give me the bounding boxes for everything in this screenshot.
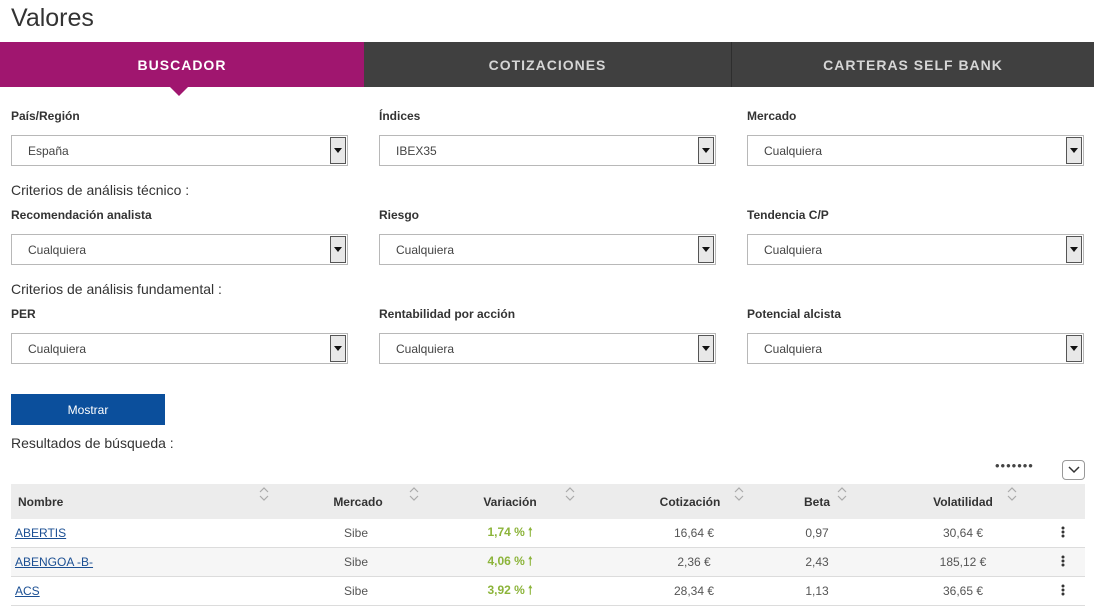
header-mercado[interactable]: Mercado bbox=[281, 486, 431, 509]
kebab-menu-icon[interactable] bbox=[1061, 526, 1065, 538]
kebab-menu-icon[interactable] bbox=[1061, 584, 1065, 596]
mercado-value: Cualquiera bbox=[764, 143, 823, 158]
per-label: PER bbox=[11, 307, 36, 321]
mercado-select[interactable]: Cualquiera bbox=[747, 135, 1084, 166]
pais-region-select[interactable]: España bbox=[11, 135, 348, 166]
sort-icon[interactable] bbox=[1007, 486, 1017, 501]
expand-button[interactable] bbox=[1062, 460, 1085, 480]
mostrar-button[interactable]: Mostrar bbox=[11, 394, 165, 425]
cotizacion-cell: 2,36 € bbox=[677, 555, 711, 569]
potencial-value: Cualquiera bbox=[764, 341, 823, 356]
cotizacion-cell: 16,64 € bbox=[673, 526, 715, 540]
indices-value: IBEX35 bbox=[396, 143, 437, 158]
pais-region-value: España bbox=[28, 143, 69, 158]
sort-icon[interactable] bbox=[734, 486, 744, 501]
potencial-select[interactable]: Cualquiera bbox=[747, 333, 1084, 364]
beta-cell: 0,97 bbox=[805, 526, 829, 540]
pais-region-label: País/Región bbox=[11, 109, 80, 123]
header-volatilidad[interactable]: Volatilidad bbox=[871, 486, 1041, 509]
header-variacion[interactable]: Variación bbox=[431, 486, 601, 509]
dropdown-arrow-icon[interactable] bbox=[698, 335, 714, 362]
rentabilidad-value: Cualquiera bbox=[396, 341, 455, 356]
tab-buscador[interactable]: BUSCADOR bbox=[0, 42, 364, 96]
table-header: Nombre Mercado Variación Cotización Beta… bbox=[11, 484, 1085, 519]
variacion-cell: 3,92 % 🠑 bbox=[487, 582, 533, 597]
tendencia-value: Cualquiera bbox=[764, 242, 823, 257]
riesgo-label: Riesgo bbox=[379, 208, 420, 222]
dropdown-arrow-icon[interactable] bbox=[1066, 137, 1082, 164]
dropdown-arrow-icon[interactable] bbox=[330, 236, 346, 263]
sort-icon[interactable] bbox=[409, 486, 419, 501]
tendencia-label: Tendencia C/P bbox=[747, 208, 829, 222]
kebab-menu-icon[interactable] bbox=[1061, 555, 1065, 567]
mercado-label: Mercado bbox=[747, 109, 797, 123]
results-title: Resultados de búsqueda : bbox=[11, 435, 174, 451]
rentabilidad-label: Rentabilidad por acción bbox=[379, 307, 516, 321]
beta-cell: 2,43 bbox=[805, 555, 829, 569]
chevron-down-icon bbox=[1067, 466, 1080, 474]
recomendacion-label: Recomendación analista bbox=[11, 208, 152, 222]
riesgo-value: Cualquiera bbox=[396, 242, 455, 257]
tab-carteras-self-bank[interactable]: CARTERAS SELF BANK bbox=[732, 42, 1094, 87]
variacion-cell: 1,74 % 🠑 bbox=[487, 524, 533, 539]
stock-name-link[interactable]: ABERTIS bbox=[15, 526, 66, 540]
per-select[interactable]: Cualquiera bbox=[11, 333, 348, 364]
riesgo-select[interactable]: Cualquiera bbox=[379, 234, 716, 265]
volatilidad-cell: 36,65 € bbox=[942, 584, 984, 598]
sort-icon[interactable] bbox=[259, 486, 269, 501]
volatilidad-cell: 30,64 € bbox=[942, 526, 984, 540]
beta-cell: 1,13 bbox=[805, 584, 829, 598]
sort-icon[interactable] bbox=[837, 486, 847, 501]
dropdown-arrow-icon[interactable] bbox=[1066, 335, 1082, 362]
header-cotizacion[interactable]: Cotización bbox=[601, 486, 771, 509]
per-value: Cualquiera bbox=[28, 341, 87, 356]
dropdown-arrow-icon[interactable] bbox=[330, 137, 346, 164]
mercado-cell: Sibe bbox=[343, 555, 369, 569]
tecnico-section-title: Criterios de análisis técnico : bbox=[11, 182, 190, 198]
dropdown-arrow-icon[interactable] bbox=[698, 236, 714, 263]
tendencia-select[interactable]: Cualquiera bbox=[747, 234, 1084, 265]
stock-name-link[interactable]: ABENGOA -B- bbox=[15, 555, 93, 569]
potencial-label: Potencial alcista bbox=[747, 307, 842, 321]
table-row[interactable]: ABENGOA -B- Sibe 4,06 % 🠑 2,36 € 2,43 18… bbox=[11, 548, 1085, 577]
recomendacion-select[interactable]: Cualquiera bbox=[11, 234, 348, 265]
header-nombre[interactable]: Nombre bbox=[11, 486, 281, 509]
sort-icon[interactable] bbox=[565, 486, 575, 501]
page-title: Valores bbox=[11, 4, 94, 32]
table-row[interactable]: ACS Sibe 3,92 % 🠑 28,34 € 1,13 36,65 € bbox=[11, 577, 1085, 606]
mercado-cell: Sibe bbox=[343, 526, 369, 540]
dropdown-arrow-icon[interactable] bbox=[1066, 236, 1082, 263]
header-beta[interactable]: Beta bbox=[771, 486, 871, 509]
mercado-cell: Sibe bbox=[343, 584, 369, 598]
volatilidad-cell: 185,12 € bbox=[939, 555, 987, 569]
rentabilidad-select[interactable]: Cualquiera bbox=[379, 333, 716, 364]
tab-cotizaciones[interactable]: COTIZACIONES bbox=[364, 42, 732, 87]
indices-label: Índices bbox=[379, 109, 421, 123]
recomendacion-value: Cualquiera bbox=[28, 242, 87, 257]
stock-name-link[interactable]: ACS bbox=[15, 584, 40, 598]
dropdown-arrow-icon[interactable] bbox=[698, 137, 714, 164]
results-table: Nombre Mercado Variación Cotización Beta… bbox=[11, 484, 1085, 606]
dropdown-arrow-icon[interactable] bbox=[330, 335, 346, 362]
cotizacion-cell: 28,34 € bbox=[673, 584, 715, 598]
fundamental-section-title: Criterios de análisis fundamental : bbox=[11, 281, 222, 297]
arrow-up-icon: 🠑 bbox=[528, 553, 533, 568]
indices-select[interactable]: IBEX35 bbox=[379, 135, 716, 166]
arrow-up-icon: 🠑 bbox=[528, 524, 533, 539]
table-row[interactable]: ABERTIS Sibe 1,74 % 🠑 16,64 € 0,97 30,64… bbox=[11, 519, 1085, 548]
arrow-up-icon: 🠑 bbox=[528, 582, 533, 597]
pagination-dots[interactable]: ••••••• bbox=[995, 459, 1034, 472]
variacion-cell: 4,06 % 🠑 bbox=[487, 553, 533, 568]
main-tabs: BUSCADOR COTIZACIONES CARTERAS SELF BANK bbox=[0, 42, 1094, 96]
